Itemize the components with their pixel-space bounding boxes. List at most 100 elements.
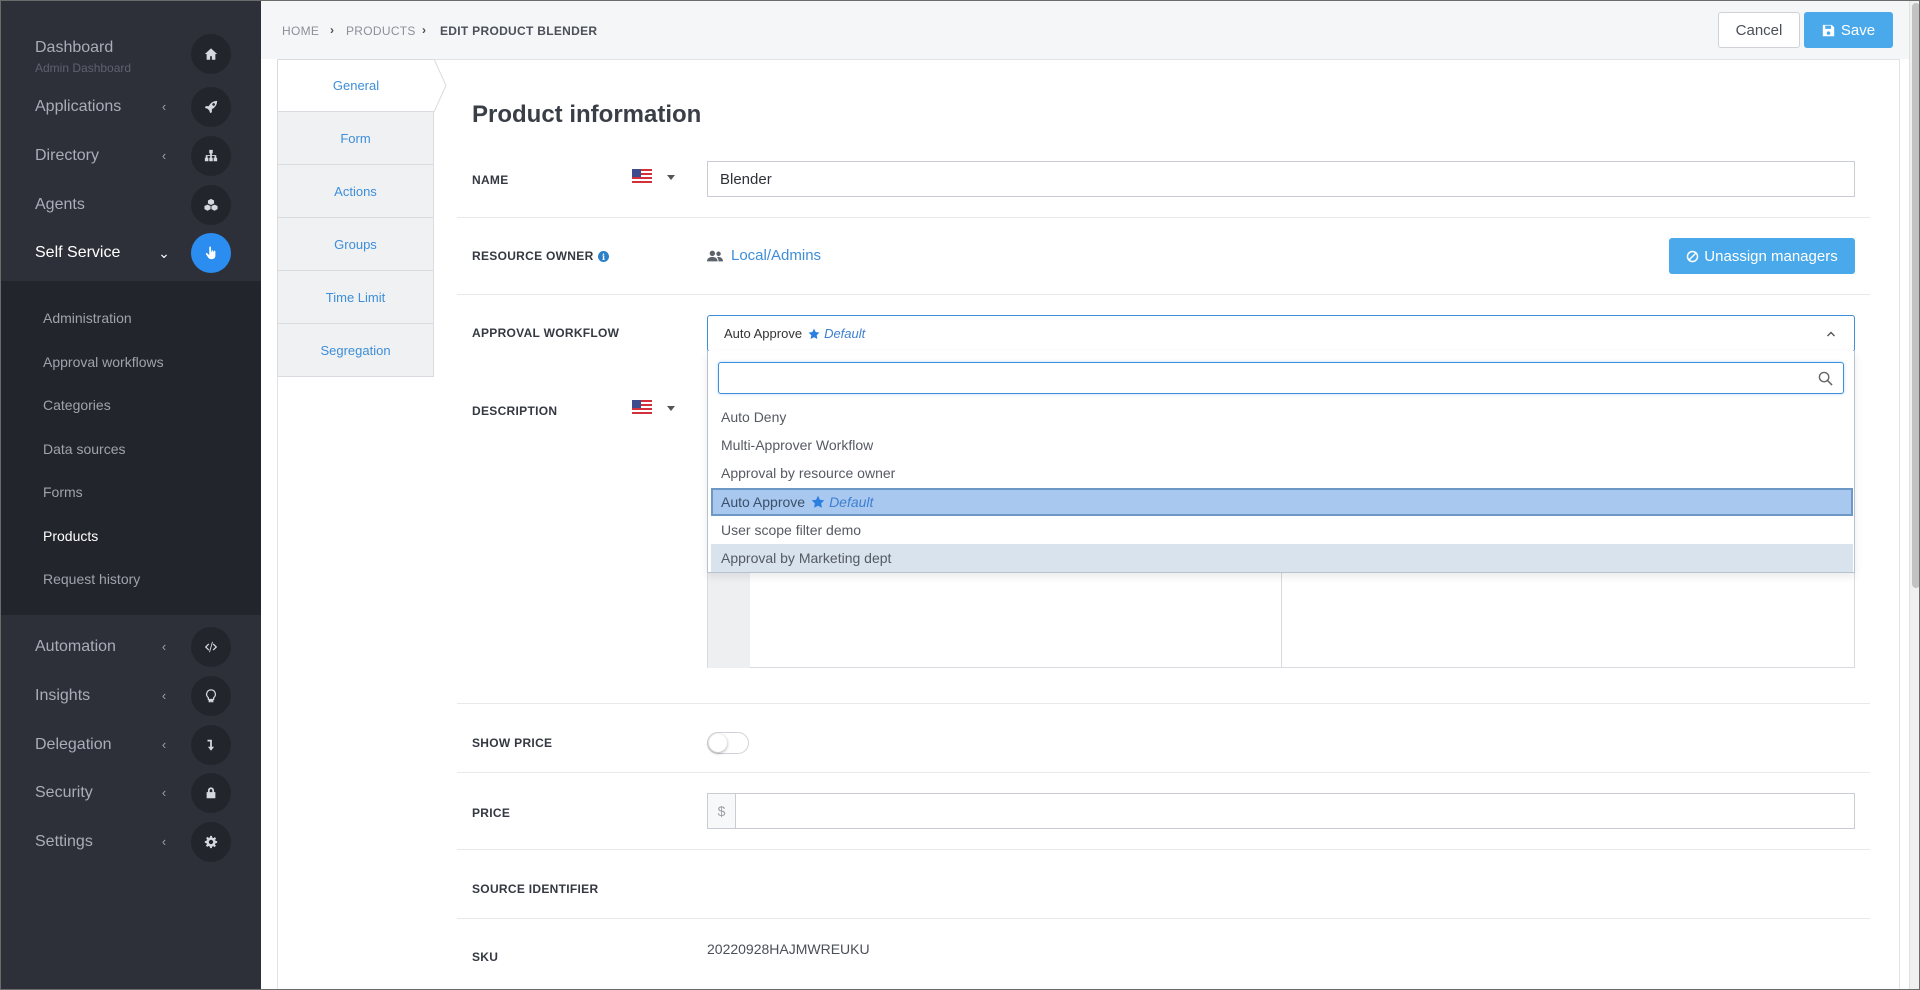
dropdown-option[interactable]: Multi-Approver Workflow (711, 431, 1853, 459)
code-icon (191, 627, 231, 667)
sidebar-item-dashboard[interactable]: Dashboard Admin Dashboard (1, 31, 261, 79)
dropdown-search-input[interactable] (719, 363, 1843, 393)
default-tag-label: Default (829, 494, 874, 510)
submenu-item-approval-workflows[interactable]: Approval workflows (43, 354, 164, 370)
sidebar-item-agents[interactable]: Agents (1, 181, 261, 229)
row-divider (457, 703, 1870, 704)
dropdown-option-label: Multi-Approver Workflow (721, 437, 874, 453)
source-identifier-label: SOURCE IDENTIFIER (472, 882, 599, 896)
tab-general[interactable]: General (277, 59, 434, 112)
sidebar-item-applications[interactable]: Applications ‹ (1, 83, 261, 131)
dropdown-option-hover[interactable]: Approval by Marketing dept (711, 544, 1853, 572)
unassign-managers-button[interactable]: Unassign managers (1669, 238, 1855, 274)
submenu-item-forms[interactable]: Forms (43, 484, 83, 500)
sidebar-item-automation[interactable]: Automation ‹ (1, 623, 261, 671)
description-label: DESCRIPTION (472, 404, 558, 418)
default-tag-label: Default (824, 326, 866, 341)
chevron-left-icon: ‹ (161, 785, 167, 800)
language-caret-icon[interactable] (667, 175, 675, 180)
approval-workflow-select[interactable]: Auto Approve Default (707, 315, 1855, 352)
approval-workflow-label: APPROVAL WORKFLOW (472, 326, 620, 340)
default-tag: Default (808, 326, 865, 341)
row-divider (457, 217, 1870, 218)
tab-segregation[interactable]: Segregation (277, 324, 434, 377)
sidebar-item-label: Insights (35, 687, 91, 704)
show-price-toggle[interactable] (707, 732, 749, 754)
search-icon (1818, 371, 1833, 386)
submenu-item-products[interactable]: Products (43, 528, 98, 544)
us-flag-icon[interactable] (632, 400, 652, 414)
sidebar-item-label: Security (35, 784, 93, 801)
dropdown-search[interactable] (718, 362, 1844, 394)
dropdown-option[interactable]: Approval by resource owner (711, 459, 1853, 487)
row-divider (457, 918, 1870, 919)
save-button[interactable]: Save (1804, 12, 1893, 48)
row-divider (457, 294, 1870, 295)
submenu-item-categories[interactable]: Categories (43, 397, 111, 413)
breadcrumb-home[interactable]: HOME (282, 24, 319, 38)
default-tag: Default (811, 494, 873, 510)
page-title: Product information (472, 101, 702, 128)
sidebar-item-label: Directory (35, 147, 100, 164)
app-window: Administration Approval workflows Catego… (0, 0, 1920, 990)
us-flag-icon[interactable] (632, 169, 652, 183)
sidebar-item-label: Delegation (35, 736, 112, 753)
resource-owner-link[interactable]: Local/Admins (707, 247, 821, 264)
dropdown-option[interactable]: User scope filter demo (711, 516, 1853, 544)
name-input[interactable]: Blender (707, 161, 1855, 197)
chevron-right-icon: › (330, 23, 334, 37)
dropdown-option-selected[interactable]: Auto Approve Default (711, 488, 1853, 516)
sidebar: Administration Approval workflows Catego… (1, 1, 261, 989)
hand-pointer-icon (191, 233, 231, 273)
breadcrumb-products[interactable]: PRODUCTS (346, 24, 416, 38)
tab-groups[interactable]: Groups (277, 218, 434, 271)
star-icon (811, 495, 825, 508)
sidebar-item-label: Automation (35, 638, 116, 655)
price-input[interactable]: $ (707, 793, 1855, 829)
tab-form[interactable]: Form (277, 112, 434, 165)
sidebar-item-insights[interactable]: Insights ‹ (1, 672, 261, 720)
row-divider (457, 772, 1870, 773)
row-divider (457, 849, 1870, 850)
page-scrollbar[interactable] (1909, 1, 1919, 989)
submenu-item-request-history[interactable]: Request history (43, 571, 140, 587)
topbar: HOME › PRODUCTS › EDIT PRODUCT BLENDER (261, 1, 1919, 59)
toggle-knob (709, 734, 727, 752)
sidebar-item-self-service[interactable]: Self Service ⌄ (1, 229, 261, 277)
sidebar-item-sublabel: Admin Dashboard (35, 61, 132, 75)
ban-icon (1687, 250, 1699, 262)
chevron-left-icon: ‹ (161, 99, 167, 114)
info-icon[interactable]: i (598, 251, 609, 262)
star-icon (808, 328, 820, 339)
chevron-left-icon: ‹ (161, 639, 167, 654)
sidebar-item-security[interactable]: Security ‹ (1, 769, 261, 817)
rocket-icon (191, 87, 231, 127)
tab-time-limit[interactable]: Time Limit (277, 271, 434, 324)
gear-icon (191, 822, 231, 862)
dropdown-option[interactable]: Auto Deny (711, 403, 1853, 431)
submenu-item-administration[interactable]: Administration (43, 310, 132, 326)
users-icon (707, 250, 723, 261)
chevron-left-icon: ‹ (161, 688, 167, 703)
scrollbar-thumb[interactable] (1912, 3, 1919, 588)
sidebar-item-settings[interactable]: Settings ‹ (1, 818, 261, 866)
chevron-up-icon (1827, 331, 1835, 337)
chevron-left-icon: ‹ (161, 834, 167, 849)
language-caret-icon[interactable] (667, 406, 675, 411)
dropdown-option-label: User scope filter demo (721, 522, 862, 538)
self-service-submenu: Administration Approval workflows Catego… (1, 281, 261, 615)
approval-workflow-dropdown: Auto Deny Multi-Approver Workflow Approv… (707, 351, 1855, 573)
sidebar-item-label: Applications (35, 98, 122, 115)
cubes-icon (191, 185, 231, 225)
sidebar-item-directory[interactable]: Directory ‹ (1, 132, 261, 180)
cancel-button[interactable]: Cancel (1718, 12, 1800, 48)
breadcrumb-current: EDIT PRODUCT BLENDER (440, 24, 598, 38)
submenu-item-data-sources[interactable]: Data sources (43, 441, 125, 457)
chevron-down-icon: ⌄ (158, 245, 170, 261)
lock-icon (191, 773, 231, 813)
tab-actions[interactable]: Actions (277, 165, 434, 218)
chevron-left-icon: ‹ (161, 148, 167, 163)
currency-addon: $ (708, 794, 736, 828)
sidebar-item-delegation[interactable]: Delegation ‹ (1, 721, 261, 769)
show-price-label: SHOW PRICE (472, 736, 553, 750)
